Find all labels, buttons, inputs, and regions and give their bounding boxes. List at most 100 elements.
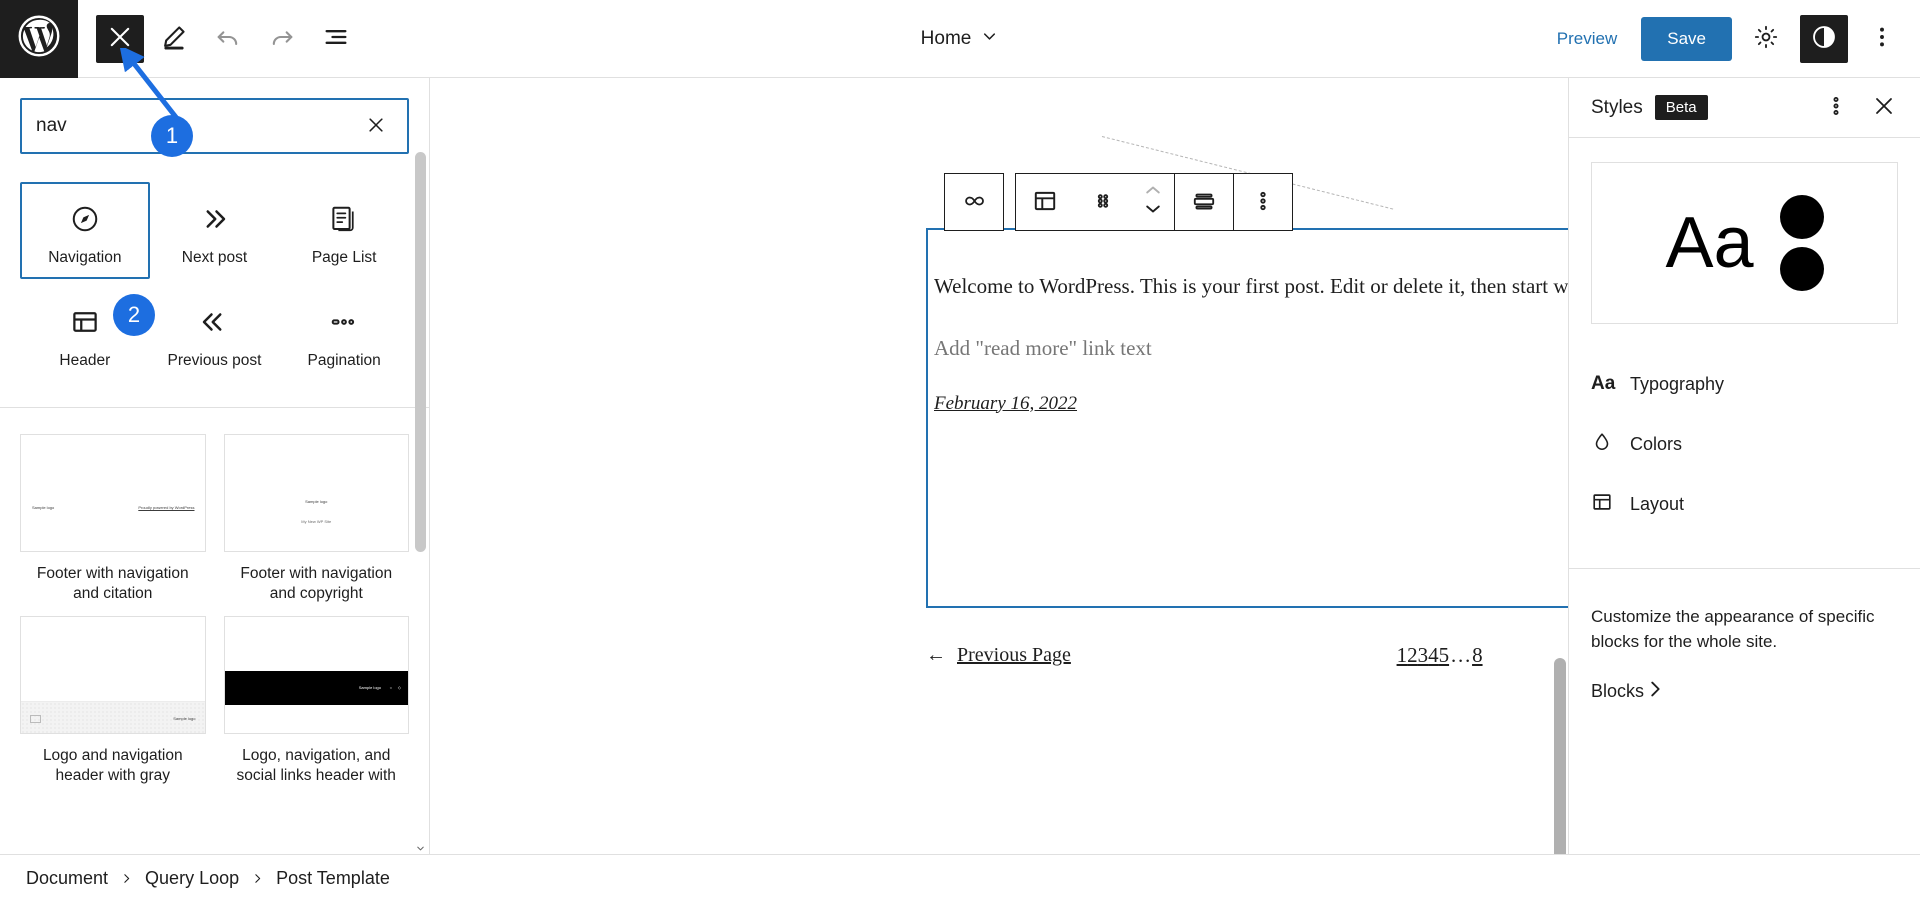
styles-menu-label: Colors bbox=[1630, 433, 1683, 454]
styles-preview[interactable]: Aa bbox=[1591, 162, 1898, 324]
block-item-page-list[interactable]: Page List bbox=[279, 182, 409, 279]
pagination-page-1[interactable]: 1 bbox=[1397, 643, 1408, 668]
styles-menu-layout[interactable]: Layout bbox=[1591, 474, 1898, 534]
block-item-pagination[interactable]: Pagination bbox=[279, 285, 409, 382]
styles-menu: Aa Typography Colors Layout bbox=[1569, 324, 1920, 534]
wordpress-logo-icon bbox=[17, 14, 61, 63]
pagination-previous-label: Previous Page bbox=[957, 644, 1071, 666]
block-item-next-post[interactable]: Next post bbox=[150, 182, 280, 279]
beta-badge: Beta bbox=[1654, 95, 1708, 120]
close-inserter-button[interactable] bbox=[96, 14, 144, 63]
breadcrumb-item-post-template[interactable]: Post Template bbox=[276, 868, 390, 889]
pagination-numbers: 1 2 3 4 5 … 8 bbox=[1397, 643, 1483, 668]
wordpress-logo-button[interactable] bbox=[0, 0, 78, 78]
search-input[interactable] bbox=[36, 115, 359, 137]
pattern-item-footer-copyright[interactable]: Sample logo My New WP Site Footer with n… bbox=[223, 433, 409, 610]
breadcrumb-item-query-loop[interactable]: Query Loop bbox=[145, 868, 239, 889]
canvas-scrollbar[interactable] bbox=[1554, 150, 1566, 854]
pattern-thumb-band: Sample logo bbox=[21, 701, 205, 734]
block-movers bbox=[1132, 183, 1174, 221]
typography-preview-text: Aa bbox=[1665, 203, 1754, 283]
redo-button[interactable] bbox=[258, 15, 306, 63]
block-item-label: Navigation bbox=[48, 249, 122, 266]
query-pagination: ← Previous Page 1 2 3 4 5 … 8 Next Page bbox=[926, 643, 1568, 668]
arrow-left-glyph: ← bbox=[926, 644, 946, 666]
list-view-button[interactable] bbox=[312, 15, 360, 63]
preview-button[interactable]: Preview bbox=[1543, 19, 1631, 59]
pagination-ellipsis: … bbox=[1450, 643, 1472, 667]
list-view-icon bbox=[322, 23, 350, 54]
clear-search-button[interactable] bbox=[359, 109, 393, 143]
settings-button[interactable] bbox=[1742, 15, 1790, 63]
align-button[interactable] bbox=[1175, 174, 1233, 230]
pagination-previous[interactable]: ← Previous Page bbox=[926, 644, 1071, 667]
block-inserter-panel: Navigation Next post bbox=[0, 78, 430, 854]
breadcrumb: Document Query Loop Post Template bbox=[0, 854, 1920, 902]
block-options-button[interactable] bbox=[1234, 174, 1292, 230]
pagination-page-5[interactable]: 5 bbox=[1439, 643, 1450, 668]
pattern-item-logo-nav-social[interactable]: Sample logo ○ ◇ Logo, navigation, and so… bbox=[223, 616, 409, 792]
chevron-down-icon bbox=[980, 27, 999, 51]
parent-block-segment bbox=[944, 173, 1004, 231]
undo-icon bbox=[214, 23, 242, 54]
align-wide-icon bbox=[1191, 188, 1217, 217]
pagination-page-4[interactable]: 4 bbox=[1428, 643, 1439, 668]
document-title-button[interactable]: Home bbox=[911, 21, 1010, 57]
post-template-block[interactable]: Welcome to WordPress. This is your first… bbox=[926, 228, 1568, 608]
styles-blocks-navigation[interactable]: Blocks bbox=[1591, 654, 1898, 705]
drag-block-handle[interactable] bbox=[1074, 174, 1132, 230]
edit-mode-button[interactable] bbox=[150, 15, 198, 63]
inserter-scrollbar-thumb[interactable] bbox=[415, 152, 426, 552]
more-options-button[interactable] bbox=[1858, 15, 1906, 63]
block-item-previous-post[interactable]: Previous post bbox=[150, 285, 280, 382]
post-date[interactable]: February 16, 2022 bbox=[934, 393, 1568, 415]
styles-menu-typography[interactable]: Aa Typography bbox=[1591, 354, 1898, 414]
global-styles-panel: Styles Beta Aa Aa Typography Colors Layo… bbox=[1568, 78, 1920, 854]
pattern-item-logo-nav-gray[interactable]: Sample logo Logo and navigation header w… bbox=[20, 616, 206, 792]
block-item-navigation[interactable]: Navigation bbox=[20, 182, 150, 280]
inserter-scroll-down-arrow[interactable] bbox=[413, 841, 428, 856]
gear-icon bbox=[1753, 24, 1779, 53]
editor-header-toolbar: Home Preview Save bbox=[0, 0, 1920, 78]
site-editor-app: Home Preview Save nav Navigation Next po… bbox=[0, 0, 1920, 902]
move-down-button[interactable] bbox=[1143, 202, 1163, 221]
move-up-button[interactable] bbox=[1143, 183, 1163, 202]
pattern-thumb-social-mark: ○ bbox=[389, 685, 392, 691]
pattern-thumb-text: Sample logo bbox=[358, 685, 381, 691]
save-button[interactable]: Save bbox=[1641, 16, 1732, 61]
contrast-styles-icon bbox=[1811, 24, 1837, 53]
styles-menu-label: Layout bbox=[1630, 493, 1685, 514]
read-more-placeholder[interactable]: Add "read more" link text bbox=[934, 336, 1568, 361]
editor-canvas: Welcome to WordPress. This is your first… bbox=[430, 78, 1568, 854]
search-box[interactable] bbox=[20, 98, 409, 154]
styles-close-button[interactable] bbox=[1862, 86, 1906, 130]
header-layout-icon bbox=[70, 303, 100, 341]
pagination-page-last[interactable]: 8 bbox=[1472, 643, 1483, 668]
pattern-thumbnail: Sample logo ○ ◇ bbox=[223, 616, 409, 735]
undo-button[interactable] bbox=[204, 15, 252, 63]
styles-menu-colors[interactable]: Colors bbox=[1591, 414, 1898, 474]
more-vertical-icon bbox=[1250, 188, 1276, 217]
pattern-thumb-band: Sample logo ○ ◇ bbox=[224, 671, 408, 706]
pattern-item-footer-citation[interactable]: Sample logo Proudly powered by WordPress… bbox=[20, 433, 206, 610]
pattern-thumbnail: Sample logo Proudly powered by WordPress bbox=[20, 433, 206, 552]
pagination-page-2[interactable]: 2 bbox=[1407, 643, 1418, 668]
inserter-scrollbar[interactable] bbox=[415, 152, 426, 840]
pattern-thumb-text: Proudly powered by WordPress bbox=[138, 504, 195, 510]
chevron-right-icon bbox=[120, 872, 133, 885]
canvas-scrollbar-thumb[interactable] bbox=[1554, 658, 1566, 854]
breadcrumb-item-document[interactable]: Document bbox=[26, 868, 108, 889]
pagination-page-3[interactable]: 3 bbox=[1418, 643, 1429, 668]
document-title-text: Home bbox=[920, 28, 972, 49]
pattern-label: Logo, navigation, and social links heade… bbox=[236, 747, 396, 785]
annotation-badge-2: 2 bbox=[113, 294, 155, 336]
styles-more-button[interactable] bbox=[1814, 86, 1858, 130]
styles-panel-description: Customize the appearance of specific blo… bbox=[1591, 607, 1875, 651]
pagination-dots-icon bbox=[329, 303, 359, 341]
block-type-button[interactable] bbox=[1016, 174, 1074, 230]
select-parent-block-button[interactable] bbox=[945, 174, 1003, 230]
block-results-grid: Navigation Next post Page List Header Pr… bbox=[0, 168, 429, 407]
styles-toggle-button[interactable] bbox=[1800, 14, 1848, 63]
post-paragraph[interactable]: Welcome to WordPress. This is your first… bbox=[934, 270, 1568, 303]
styles-blocks-label: Blocks bbox=[1591, 681, 1645, 702]
